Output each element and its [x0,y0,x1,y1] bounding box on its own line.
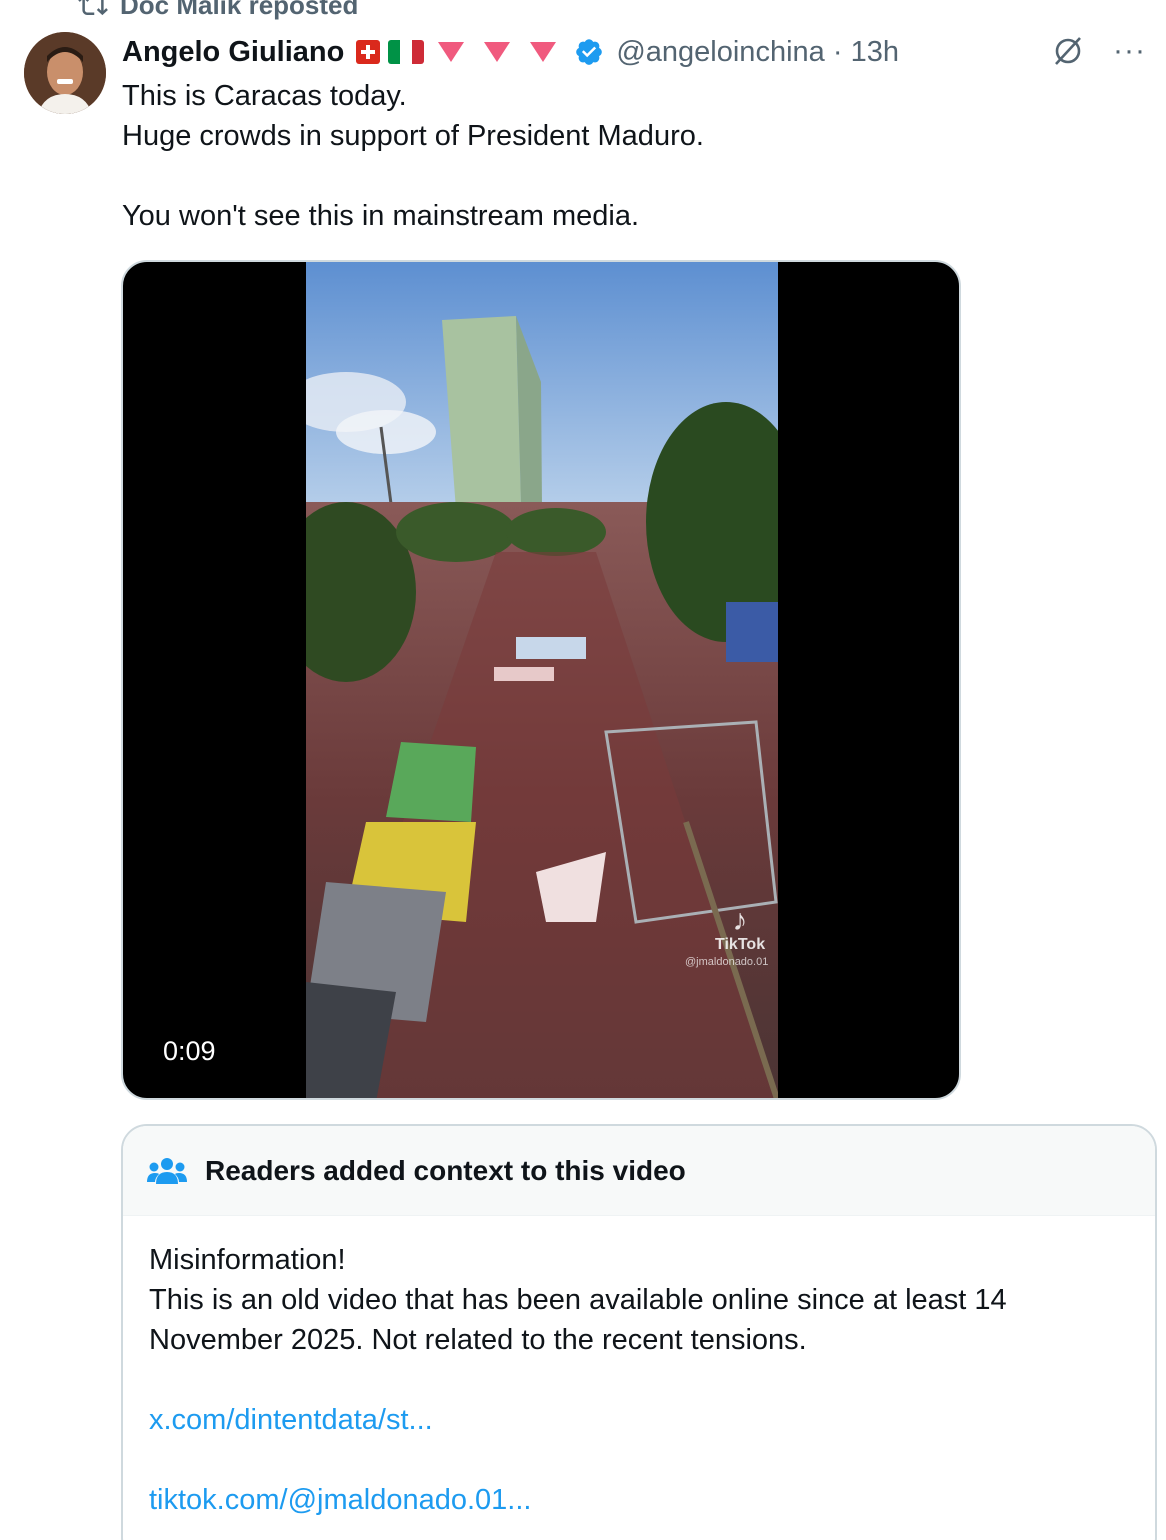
note-line: November 2025. Not related to the recent… [149,1324,807,1356]
red-triangle-icon [484,42,511,62]
tweet-line: This is Caracas today. [122,80,407,112]
note-link-x[interactable]: x.com/dintentdata/st... [149,1404,433,1436]
swiss-flag-icon [356,40,381,64]
note-line: Misinformation! [149,1244,346,1276]
header-actions: ··· [1051,34,1146,68]
note-line: This is an old video that has been avail… [149,1284,1007,1316]
community-note[interactable]: Readers added context to this video Misi… [121,1124,1157,1540]
repost-text: Doc Malik reposted [120,0,359,20]
tiktok-watermark: ♪ TikTok [715,906,765,954]
community-note-title: Readers added context to this video [205,1154,686,1186]
author-name[interactable]: Angelo Giuliano [122,36,344,69]
tweet-text: This is Caracas today. Huge crowds in su… [122,76,1022,236]
red-triangle-icon [530,42,557,62]
verified-icon[interactable] [574,37,604,67]
author-badges [356,37,604,67]
repost-icon [78,0,108,16]
tweet-line: Huge crowds in support of President Madu… [122,120,704,152]
italian-flag-icon [388,40,425,64]
handle-and-time[interactable]: @angeloinchina · 13h [616,36,899,69]
tweet-header: Angelo Giuliano @angeloinchina · 13h ··· [122,28,1146,76]
community-note-body: Misinformation! This is an old video tha… [123,1216,1155,1520]
tweet-line: You won't see this in mainstream media. [122,200,640,232]
note-link-tiktok[interactable]: tiktok.com/@jmaldonado.01... [149,1484,531,1516]
grok-icon[interactable] [1051,34,1085,68]
tiktok-label: TikTok [715,936,766,953]
author-handle: @angeloinchina [616,35,825,68]
repost-indicator[interactable]: Doc Malik reposted [78,0,358,20]
separator: · [832,35,843,68]
red-triangle-icon [438,42,465,62]
community-note-header: Readers added context to this video [123,1126,1155,1216]
tiktok-handle: @jmaldonado.01 [685,956,769,968]
post-time: 13h [850,35,899,68]
tweet-line [122,156,1022,196]
note-spacer [149,1440,1129,1480]
author-avatar[interactable] [24,32,106,114]
more-icon[interactable]: ··· [1113,36,1146,66]
tiktok-logo-icon: ♪ [732,904,748,937]
video-player[interactable]: ♪ TikTok @jmaldonado.01 0:09 [121,260,961,1100]
note-spacer [149,1360,1129,1400]
video-frame [306,262,778,1098]
video-duration: 0:09 [163,1036,216,1066]
people-icon [147,1157,187,1184]
